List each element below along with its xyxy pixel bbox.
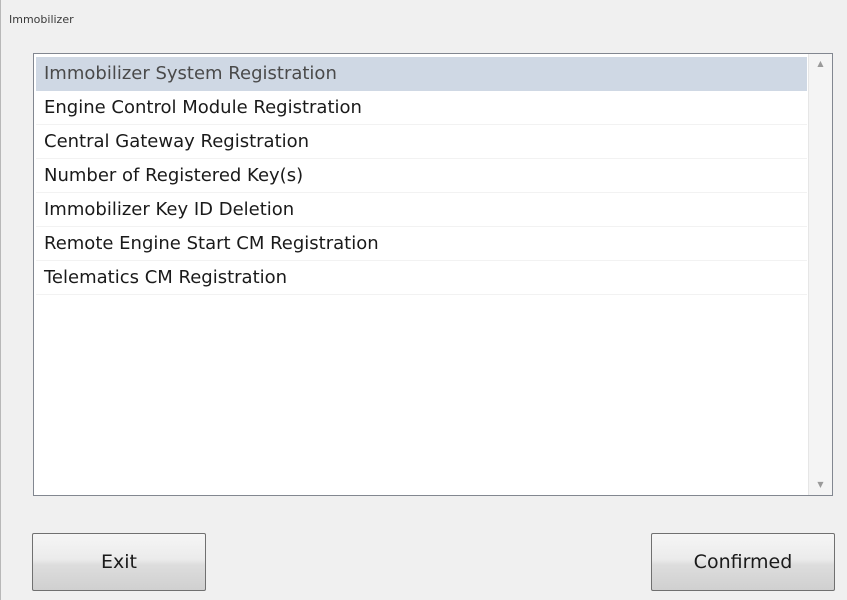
confirmed-button[interactable]: Confirmed xyxy=(651,533,835,591)
menu-listbox[interactable]: Immobilizer System Registration Engine C… xyxy=(33,53,833,496)
list-item-immobilizer-system-registration[interactable]: Immobilizer System Registration xyxy=(36,57,807,91)
list-item-remote-engine-start-cm-registration[interactable]: Remote Engine Start CM Registration xyxy=(36,227,807,261)
list-item-telematics-cm-registration[interactable]: Telematics CM Registration xyxy=(36,261,807,295)
list-item-central-gateway-registration[interactable]: Central Gateway Registration xyxy=(36,125,807,159)
window-title: Immobilizer xyxy=(9,13,74,26)
vertical-scrollbar[interactable]: ▲ ▼ xyxy=(808,54,832,495)
exit-button[interactable]: Exit xyxy=(32,533,206,591)
list-item-immobilizer-key-id-deletion[interactable]: Immobilizer Key ID Deletion xyxy=(36,193,807,227)
immobilizer-window: Immobilizer Immobilizer System Registrat… xyxy=(0,0,847,600)
list-item-engine-control-module-registration[interactable]: Engine Control Module Registration xyxy=(36,91,807,125)
scroll-down-icon[interactable]: ▼ xyxy=(809,475,832,495)
scroll-up-icon[interactable]: ▲ xyxy=(809,54,832,74)
menu-items: Immobilizer System Registration Engine C… xyxy=(36,57,807,295)
list-item-number-of-registered-keys[interactable]: Number of Registered Key(s) xyxy=(36,159,807,193)
